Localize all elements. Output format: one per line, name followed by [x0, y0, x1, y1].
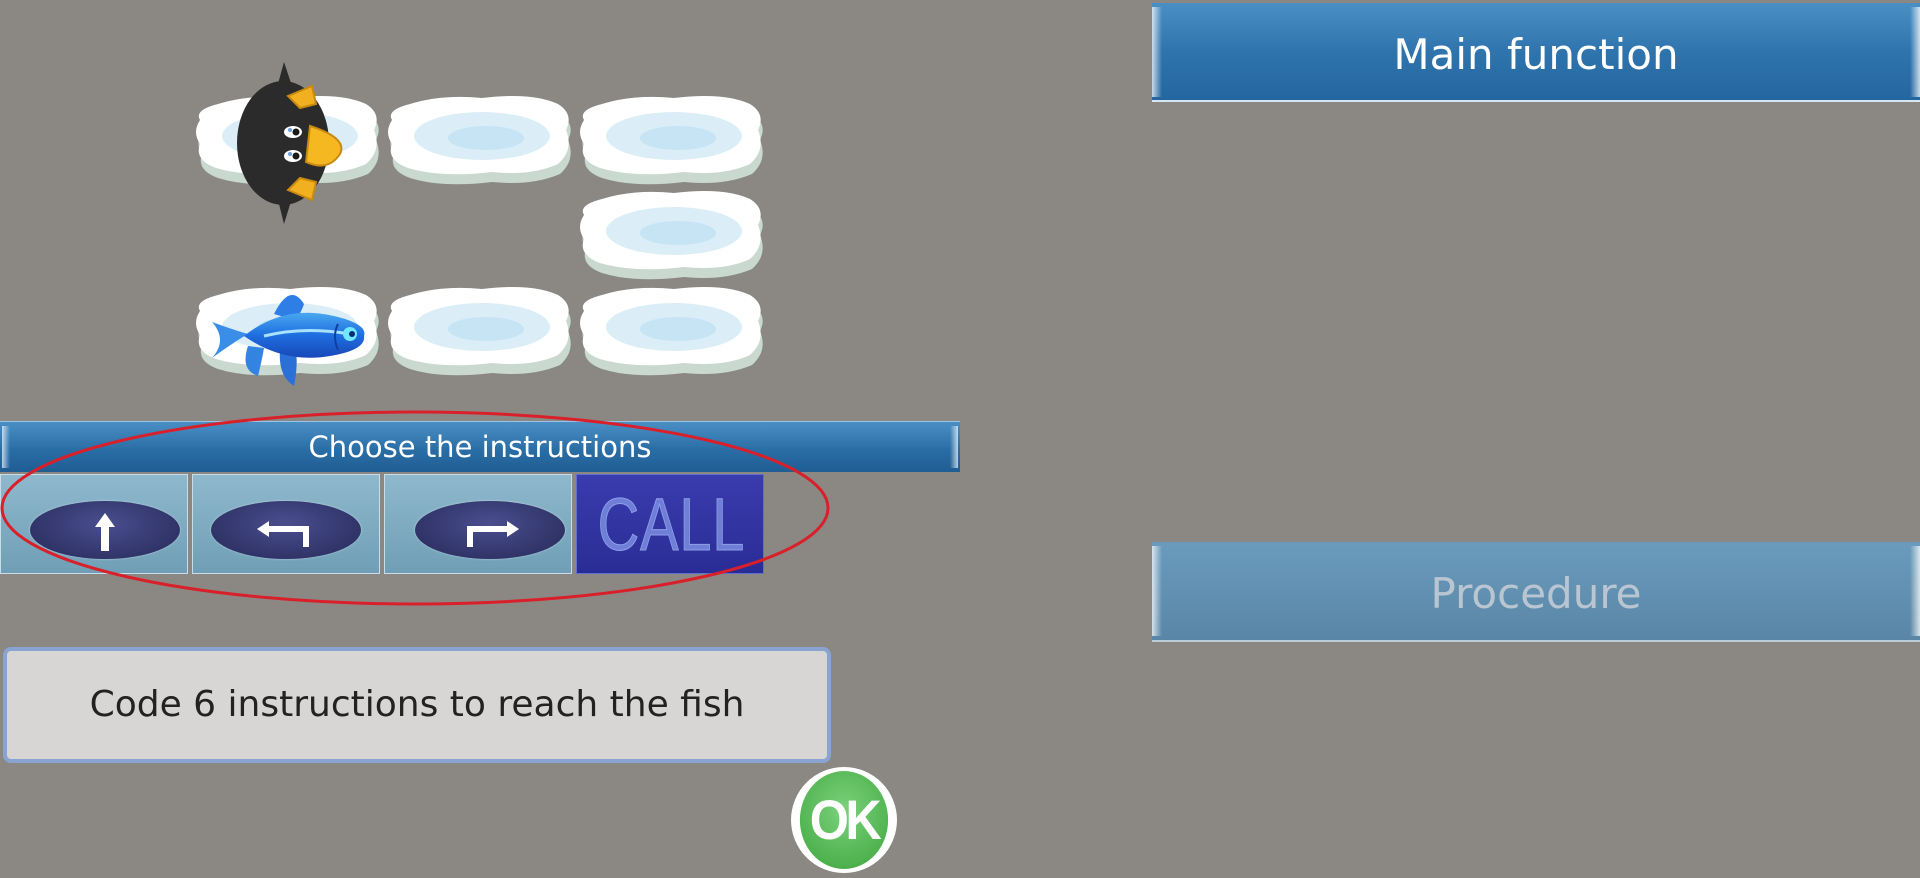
main-function-panel[interactable]: Main function: [1152, 3, 1920, 102]
instruction-palette: CALL P: [0, 474, 770, 576]
panel-edge-left: [1152, 7, 1162, 97]
ice-tile: [574, 90, 770, 194]
turn-right-instruction-button[interactable]: [384, 474, 572, 574]
instructions-header: Choose the instructions: [0, 421, 960, 472]
call-procedure-button[interactable]: CALL P: [576, 474, 764, 574]
call-procedure-label: CALL P: [597, 483, 745, 567]
panel-edge-right: [1910, 7, 1920, 97]
message-text: Code 6 instructions to reach the fish: [89, 684, 745, 725]
fish-goal: [204, 280, 374, 388]
forward-arrow-icon: [30, 501, 180, 559]
instructions-header-label: Choose the instructions: [308, 430, 652, 464]
turn-left-instruction-button[interactable]: [192, 474, 380, 574]
main-function-label: Main function: [1393, 30, 1679, 79]
ok-button[interactable]: OK: [791, 767, 897, 873]
ice-tile: [574, 185, 770, 289]
turn-right-arrow-icon: [415, 501, 565, 559]
header-edge-right: [950, 426, 958, 468]
header-edge-left: [2, 426, 10, 468]
panel-edge-left: [1152, 546, 1162, 636]
ice-tile: [382, 281, 578, 385]
forward-instruction-button[interactable]: [0, 474, 188, 574]
instruction-message: Code 6 instructions to reach the fish: [3, 647, 831, 763]
penguin-player: [228, 60, 348, 226]
procedure-panel[interactable]: Procedure: [1152, 542, 1920, 642]
panel-edge-right: [1910, 546, 1920, 636]
ice-tile: [574, 281, 770, 385]
ice-tile: [382, 90, 578, 194]
game-board: [0, 0, 800, 400]
procedure-label: Procedure: [1430, 569, 1642, 618]
turn-left-arrow-icon: [211, 501, 361, 559]
ok-label: OK: [799, 771, 889, 869]
